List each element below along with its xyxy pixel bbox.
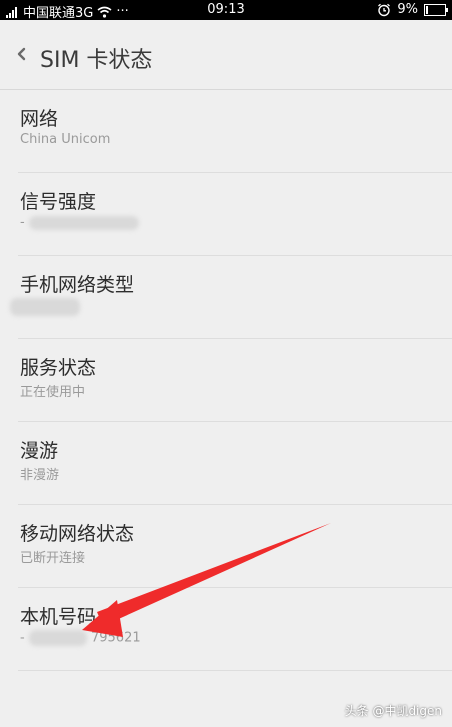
battery-percent: 9% <box>397 2 418 17</box>
item-title: 手机网络类型 <box>20 274 135 296</box>
watermark: 头条 @中凯digen <box>344 704 442 718</box>
item-value: 非漫游 <box>20 468 60 483</box>
item-value-redacted: - <box>20 215 139 230</box>
list-item-network-type: 手机网络类型 <box>10 256 452 339</box>
list-item-phone-number: 本机号码 - 795621 <box>18 588 452 671</box>
list-item-mobile-network-state: 移动网络状态 已断开连接 <box>18 505 452 588</box>
list-item-service-state: 服务状态 正在使用中 <box>18 339 452 422</box>
sim-status-list: 网络 China Unicom 信号强度 - 手机网络类型 服务状态 正在使用中… <box>0 90 452 671</box>
item-title: 漫游 <box>20 440 59 462</box>
back-arrow-icon[interactable] <box>12 40 34 68</box>
item-value: 已断开连接 <box>20 551 86 566</box>
item-title: 本机号码 <box>20 606 97 628</box>
alarm-clock-icon <box>378 3 391 16</box>
redaction-blur <box>28 215 139 230</box>
item-value: - <box>20 630 25 646</box>
item-value: China Unicom <box>20 132 111 147</box>
list-item-signal-strength: 信号强度 - <box>18 173 452 256</box>
item-value: 正在使用中 <box>20 385 86 400</box>
item-value-suffix: 795621 <box>90 630 141 646</box>
list-item-roaming: 漫游 非漫游 <box>18 422 452 505</box>
item-value: - <box>20 215 25 230</box>
redaction-blur <box>28 630 87 646</box>
battery-icon <box>424 3 448 16</box>
app-header: SIM 卡状态 <box>0 20 452 90</box>
item-title: 网络 <box>20 108 59 130</box>
list-item-network: 网络 China Unicom <box>18 90 452 173</box>
status-bar: 中国联通3G ··· 09:13 9% <box>0 0 452 21</box>
item-title: 信号强度 <box>20 191 97 213</box>
item-value-redacted: - 795621 <box>20 630 141 646</box>
item-title: 服务状态 <box>20 357 97 379</box>
item-value-redacted <box>10 298 80 316</box>
item-title: 移动网络状态 <box>20 523 135 545</box>
redaction-blur <box>10 298 80 316</box>
page-title: SIM 卡状态 <box>40 48 153 73</box>
